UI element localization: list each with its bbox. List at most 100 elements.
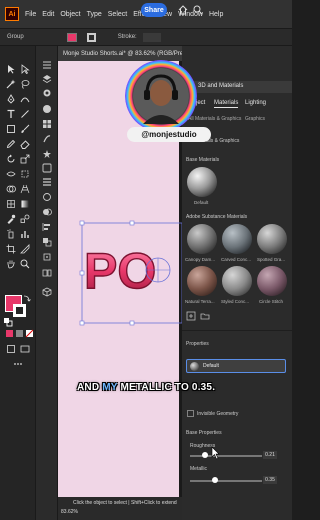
line-tool-icon[interactable] xyxy=(20,109,30,119)
graphic-styles-panel-icon[interactable] xyxy=(42,163,52,173)
stroke-panel-icon[interactable] xyxy=(42,177,52,187)
selection-handle[interactable] xyxy=(129,320,135,326)
stroke-weight-field[interactable] xyxy=(142,32,161,42)
slice-tool-icon[interactable] xyxy=(20,244,30,254)
subtab-graphics[interactable]: Graphics xyxy=(245,116,265,122)
menu-object[interactable]: Object xyxy=(60,11,80,18)
color-panel-icon[interactable] xyxy=(42,104,52,114)
3d-materials-panel-icon[interactable] xyxy=(42,287,52,297)
base-materials-heading[interactable]: Base Materials xyxy=(186,157,219,163)
metallic-slider-track[interactable] xyxy=(190,480,262,482)
swap-fill-stroke-icon[interactable] xyxy=(22,293,32,303)
menu-select[interactable]: Select xyxy=(108,11,127,18)
swatches-panel-icon[interactable] xyxy=(42,119,52,129)
home-icon[interactable] xyxy=(178,5,188,15)
zoom-level[interactable]: 83.62% xyxy=(61,509,78,515)
appearance-panel-icon[interactable] xyxy=(42,192,52,202)
panel-divider xyxy=(182,330,292,331)
material-thumb-natural-terra[interactable] xyxy=(187,266,217,296)
material-thumb-carved-concrete[interactable] xyxy=(222,224,252,254)
tab-lighting[interactable]: Lighting xyxy=(245,100,266,106)
perspective-grid-tool-icon[interactable] xyxy=(20,184,30,194)
3d-text-artwork[interactable]: PO xyxy=(78,220,182,328)
stroke-swatch[interactable] xyxy=(13,304,26,317)
subtab-all-materials[interactable]: All Materials & Graphics xyxy=(188,116,241,122)
mesh-tool-icon[interactable] xyxy=(6,199,16,209)
eraser-tool-icon[interactable] xyxy=(20,139,30,149)
artboard-tool-icon[interactable] xyxy=(6,244,16,254)
document-tab[interactable]: Monje Studio Shorts.ai* @ 83.62% (RGB/Pr… xyxy=(58,46,182,61)
symbol-sprayer-tool-icon[interactable] xyxy=(6,229,16,239)
transform-panel-icon[interactable] xyxy=(42,252,52,262)
tab-materials[interactable]: Materials xyxy=(214,100,239,108)
lasso-tool-icon[interactable] xyxy=(20,79,30,89)
pathfinder-panel-icon[interactable] xyxy=(42,237,52,247)
align-panel-icon[interactable] xyxy=(42,222,52,232)
add-material-icon[interactable] xyxy=(186,311,196,321)
menu-type[interactable]: Type xyxy=(87,11,102,18)
free-transform-tool-icon[interactable] xyxy=(20,169,30,179)
libraries-panel-icon[interactable] xyxy=(42,88,52,98)
symbols-panel-icon[interactable] xyxy=(42,149,52,159)
eyedropper-tool-icon[interactable] xyxy=(6,214,16,224)
selection-handle[interactable] xyxy=(129,220,135,226)
selection-handle[interactable] xyxy=(79,320,85,326)
menu-help[interactable]: Help xyxy=(209,11,223,18)
artboards-panel-icon[interactable] xyxy=(42,268,52,278)
curvature-tool-icon[interactable] xyxy=(20,94,30,104)
selection-tool-icon[interactable] xyxy=(6,64,16,74)
share-button[interactable]: Share xyxy=(141,3,167,17)
roughness-value-field[interactable]: 0.21 xyxy=(263,451,277,459)
properties-panel-icon[interactable] xyxy=(42,60,52,70)
screen-mode-icon[interactable] xyxy=(20,344,30,354)
scale-tool-icon[interactable] xyxy=(20,154,30,164)
color-mode-icon[interactable] xyxy=(5,329,15,339)
layers-panel-icon[interactable] xyxy=(42,74,52,84)
draw-normal-icon[interactable] xyxy=(6,344,16,354)
shape-builder-tool-icon[interactable] xyxy=(6,184,16,194)
metallic-value-field[interactable]: 0.35 xyxy=(263,476,277,484)
selected-material-row[interactable]: Default xyxy=(186,359,286,373)
gradient-mode-icon[interactable] xyxy=(15,329,25,339)
material-thumb-styled-concrete[interactable] xyxy=(222,266,252,296)
default-colors-icon[interactable] xyxy=(3,317,13,327)
base-properties-heading[interactable]: Base Properties xyxy=(186,430,222,436)
brushes-panel-icon[interactable] xyxy=(42,134,52,144)
column-graph-tool-icon[interactable] xyxy=(20,229,30,239)
fill-color-swatch[interactable] xyxy=(66,32,77,42)
width-tool-icon[interactable] xyxy=(6,169,16,179)
creator-handle: @monjestudio xyxy=(127,127,211,142)
material-thumb-circle-stitch[interactable] xyxy=(257,266,287,296)
roughness-slider-knob[interactable] xyxy=(202,452,209,458)
blend-tool-icon[interactable] xyxy=(20,214,30,224)
material-default-thumb[interactable] xyxy=(187,167,217,197)
stroke-color-swatch[interactable] xyxy=(86,32,96,42)
search-icon[interactable] xyxy=(193,5,203,15)
gradient-tool-icon[interactable] xyxy=(20,199,30,209)
metallic-slider-knob[interactable] xyxy=(212,477,219,483)
menu-edit[interactable]: Edit xyxy=(42,11,54,18)
roughness-slider-track[interactable] xyxy=(190,455,262,457)
adobe-substance-heading[interactable]: Adobe Substance Materials xyxy=(186,214,247,220)
import-material-icon[interactable] xyxy=(200,311,210,321)
paintbrush-tool-icon[interactable] xyxy=(20,124,30,134)
type-tool-icon[interactable] xyxy=(6,109,16,119)
magic-wand-tool-icon[interactable] xyxy=(6,79,16,89)
material-thumb-canopy[interactable] xyxy=(187,224,217,254)
selection-handle[interactable] xyxy=(79,220,85,226)
zoom-tool-icon[interactable] xyxy=(20,259,30,269)
menu-file[interactable]: File xyxy=(25,11,36,18)
direct-selection-tool-icon[interactable] xyxy=(20,64,30,74)
rotate-tool-icon[interactable] xyxy=(6,154,16,164)
rectangle-tool-icon[interactable] xyxy=(6,124,16,134)
pen-tool-icon[interactable] xyxy=(6,94,16,104)
material-label-5: Circle Stitch xyxy=(259,299,284,304)
transparency-panel-icon[interactable] xyxy=(42,207,52,217)
invisible-geometry-checkbox[interactable] xyxy=(186,409,196,419)
material-thumb-spotted-granite[interactable] xyxy=(257,224,287,254)
pencil-tool-icon[interactable] xyxy=(6,139,16,149)
edit-toolbar-icon[interactable] xyxy=(13,359,23,369)
properties-heading[interactable]: Properties xyxy=(186,341,209,347)
none-mode-icon[interactable] xyxy=(25,329,35,339)
hand-tool-icon[interactable] xyxy=(6,259,16,269)
